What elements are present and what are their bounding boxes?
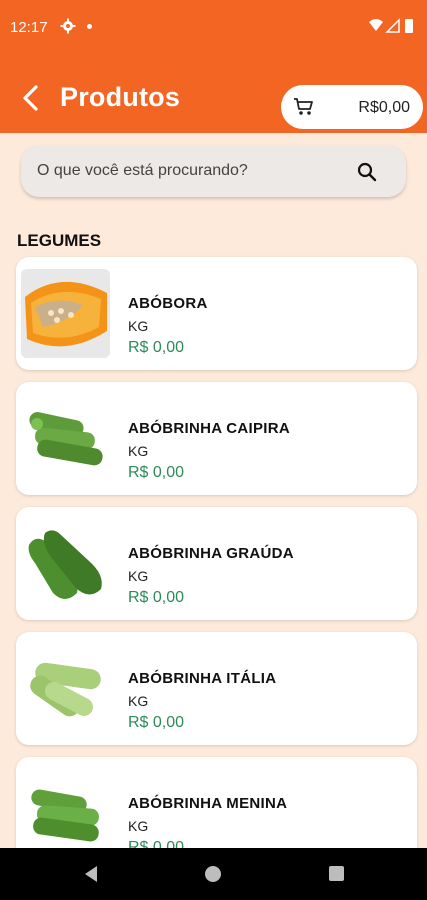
nav-back-icon[interactable]	[82, 865, 100, 883]
product-card[interactable]: ABÓBRINHA GRAÚDA KG R$ 0,00	[16, 507, 417, 620]
product-name: ABÓBRINHA MENINA	[128, 795, 288, 812]
product-unit: KG	[128, 443, 149, 459]
system-navigation-bar	[0, 848, 427, 900]
product-name: ABÓBORA	[128, 295, 208, 312]
nav-home-icon[interactable]	[205, 866, 221, 882]
product-card[interactable]: ABÓBORA KG R$ 0,00	[16, 257, 417, 370]
signal-icon	[385, 18, 400, 33]
status-time: 12:17	[10, 19, 48, 36]
product-image-pumpkin	[21, 269, 110, 358]
battery-icon	[405, 19, 413, 33]
shopping-cart-icon	[294, 98, 313, 115]
search-bar[interactable]	[21, 145, 406, 197]
product-unit: KG	[128, 818, 149, 834]
section-title: LEGUMES	[17, 231, 102, 250]
product-unit: KG	[128, 318, 149, 334]
cart-total: R$0,00	[358, 99, 410, 116]
product-image-zucchini	[21, 769, 110, 858]
product-price: R$ 0,00	[128, 339, 185, 356]
settings-gear-icon	[60, 18, 76, 34]
product-unit: KG	[128, 568, 149, 584]
product-image-zucchini	[21, 644, 110, 733]
product-image-zucchini	[21, 394, 110, 483]
product-price: R$ 0,00	[128, 464, 185, 481]
product-card[interactable]: ABÓBRINHA CAIPIRA KG R$ 0,00	[16, 382, 417, 495]
status-bar: 12:17	[0, 0, 427, 56]
product-name: ABÓBRINHA GRAÚDA	[128, 545, 294, 562]
product-card[interactable]: ABÓBRINHA ITÁLIA KG R$ 0,00	[16, 632, 417, 745]
product-name: ABÓBRINHA ITÁLIA	[128, 670, 277, 687]
page-title: Produtos	[60, 82, 181, 112]
wifi-icon	[369, 19, 383, 31]
notification-dot-icon	[87, 24, 92, 29]
system-status-icons	[369, 18, 413, 33]
app-bar: Produtos R$0,00	[0, 56, 427, 133]
product-unit: KG	[128, 693, 149, 709]
search-icon[interactable]	[356, 161, 378, 183]
cart-button[interactable]: R$0,00	[281, 85, 423, 129]
search-input[interactable]	[37, 161, 337, 181]
product-name: ABÓBRINHA CAIPIRA	[128, 420, 291, 437]
product-price: R$ 0,00	[128, 589, 185, 606]
product-price: R$ 0,00	[128, 714, 185, 731]
product-image-zucchini	[21, 519, 110, 608]
product-list: ABÓBORA KG R$ 0,00 ABÓBRINHA CAIPIRA KG …	[16, 257, 417, 882]
nav-recents-icon[interactable]	[329, 866, 344, 881]
back-arrow-icon[interactable]	[14, 82, 46, 114]
